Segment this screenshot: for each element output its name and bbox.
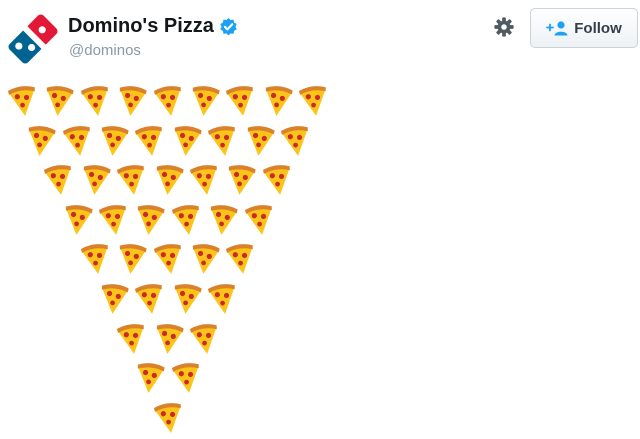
pizza-slice-icon (208, 283, 238, 315)
pizza-slice-icon (171, 204, 202, 236)
pizza-slice-icon (7, 85, 38, 117)
pizza-slice-icon (117, 323, 147, 355)
pizza-slice-icon (99, 283, 129, 315)
pizza-slice-icon (299, 85, 329, 117)
pizza-slice-icon (171, 362, 202, 394)
pizza-slice-icon (262, 164, 293, 196)
pizza-slice-icon (189, 323, 220, 355)
pizza-slice-icon (189, 164, 220, 196)
pizza-slice-icon (190, 243, 220, 275)
pizza-slice-icon (208, 125, 238, 157)
pizza-slice-icon (245, 125, 275, 157)
pizza-slice-icon (80, 243, 111, 275)
pizza-slice-icon (153, 402, 184, 434)
pizza-slice-icon (190, 85, 220, 117)
tweet-emoji-triangle (0, 0, 640, 434)
pizza-slice-icon (244, 204, 275, 236)
pizza-slice-icon (154, 323, 184, 355)
pizza-slice-icon (226, 243, 256, 275)
pizza-slice-icon (172, 125, 202, 157)
pizza-slice-icon (135, 362, 166, 394)
pizza-slice-icon (63, 204, 93, 236)
pizza-slice-icon (226, 85, 256, 117)
pizza-slice-icon (80, 85, 111, 117)
pizza-slice-icon (263, 85, 293, 117)
pizza-slice-icon (44, 85, 75, 117)
pizza-slice-icon (280, 125, 311, 157)
pizza-slice-icon (226, 164, 257, 196)
pizza-slice-icon (62, 125, 93, 157)
pizza-slice-icon (172, 283, 202, 315)
pizza-slice-icon (44, 164, 74, 196)
pizza-slice-icon (153, 85, 184, 117)
pizza-slice-icon (117, 164, 147, 196)
pizza-slice-icon (117, 85, 147, 117)
pizza-slice-icon (81, 164, 111, 196)
pizza-slice-icon (135, 204, 166, 236)
pizza-slice-icon (98, 204, 129, 236)
pizza-slice-icon (99, 125, 129, 157)
pizza-slice-icon (26, 125, 56, 157)
pizza-slice-icon (117, 243, 147, 275)
pizza-slice-icon (153, 243, 184, 275)
pizza-slice-icon (135, 283, 165, 315)
pizza-slice-icon (135, 125, 165, 157)
pizza-slice-icon (154, 164, 184, 196)
pizza-slice-icon (208, 204, 238, 236)
